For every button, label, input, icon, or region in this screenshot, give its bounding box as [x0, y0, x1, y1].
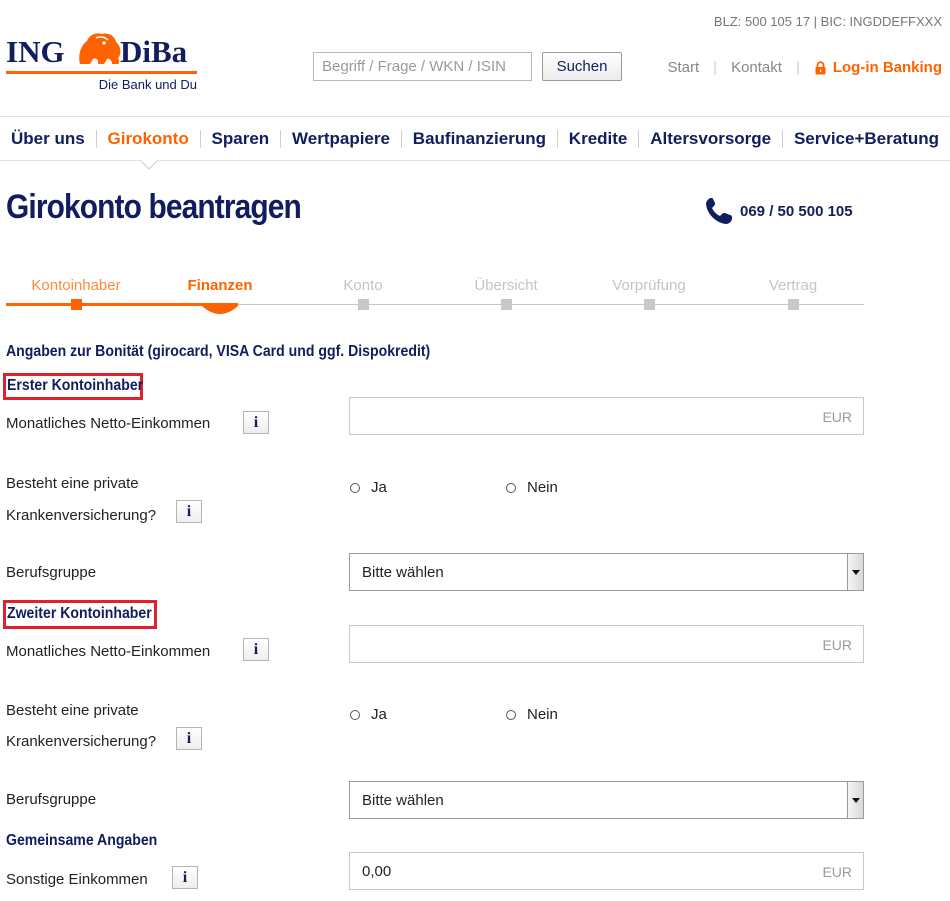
dropdown-button[interactable] — [847, 782, 863, 818]
search-input[interactable] — [313, 52, 532, 81]
other-income-label: Sonstige Einkommen — [6, 871, 148, 888]
login-banking-link[interactable]: Log-in Banking — [814, 59, 942, 76]
step-marker-current — [202, 303, 238, 314]
nav-item-ueber-uns[interactable]: Über uns — [0, 129, 96, 149]
second-insurance-label-line2: Krankenversicherung? — [6, 733, 157, 750]
phone-number: 069 / 50 500 105 — [740, 202, 853, 220]
currency-label: EUR — [822, 637, 852, 653]
second-income-info-icon[interactable]: i — [243, 638, 269, 661]
chevron-down-icon — [852, 570, 860, 575]
step-uebersicht: Übersicht — [474, 277, 538, 294]
search-button[interactable]: Suchen — [542, 52, 622, 81]
step-marker — [501, 299, 512, 310]
first-job-select[interactable]: Bitte wählen — [349, 553, 864, 591]
step-vorpruefung: Vorprüfung — [612, 277, 686, 294]
second-job-value: Bitte wählen — [362, 792, 444, 809]
contact-link[interactable]: Kontakt — [731, 59, 782, 76]
nav-item-service-beratung[interactable]: Service+Beratung — [783, 129, 950, 149]
nav-item-girokonto[interactable]: Girokonto — [97, 129, 200, 149]
lock-icon — [815, 60, 826, 74]
stepper-progress-line — [6, 303, 235, 306]
nav-item-wertpapiere[interactable]: Wertpapiere — [281, 129, 401, 149]
first-insurance-radio-yes[interactable]: Ja — [350, 479, 387, 496]
other-income-value: 0,00 — [362, 863, 392, 880]
logo-slogan: Die Bank und Du — [98, 77, 197, 92]
phone-icon — [706, 198, 732, 224]
second-insurance-info-icon[interactable]: i — [176, 727, 202, 750]
radio-circle — [350, 709, 360, 720]
logo-text-ing: ING — [6, 34, 65, 69]
second-income-label: Monatliches Netto-Einkommen — [6, 643, 211, 660]
other-income-input[interactable]: 0,00 EUR — [349, 852, 864, 890]
stepper-track-line — [235, 304, 864, 305]
first-income-info-icon[interactable]: i — [243, 411, 269, 434]
first-holder-heading: Erster Kontoinhaber — [7, 377, 144, 394]
radio-label-no: Nein — [527, 479, 558, 496]
step-marker — [644, 299, 655, 310]
second-insurance-radio-no[interactable]: Nein — [506, 706, 558, 723]
nav-item-altersvorsorge[interactable]: Altersvorsorge — [639, 129, 782, 149]
logo-underline — [6, 71, 197, 74]
other-income-info-icon[interactable]: i — [172, 866, 198, 889]
second-job-select[interactable]: Bitte wählen — [349, 781, 864, 819]
first-insurance-label-line1: Besteht eine private — [6, 475, 139, 492]
step-konto: Konto — [343, 277, 383, 294]
first-income-label: Monatliches Netto-Einkommen — [6, 415, 211, 432]
radio-label-no: Nein — [527, 706, 558, 723]
nav-item-baufinanzierung[interactable]: Baufinanzierung — [402, 129, 557, 149]
radio-label-yes: Ja — [371, 706, 387, 723]
start-link[interactable]: Start — [667, 59, 699, 76]
first-income-input[interactable]: EUR — [349, 397, 864, 435]
page-title: Girokonto beantragen — [6, 188, 302, 226]
step-finanzen: Finanzen — [187, 277, 253, 294]
second-job-label: Berufsgruppe — [6, 791, 97, 808]
radio-circle — [350, 482, 360, 493]
second-insurance-label-line1: Besteht eine private — [6, 702, 139, 719]
step-kontoinhaber[interactable]: Kontoinhaber — [6, 277, 146, 294]
ing-diba-logo[interactable]: ING DiBa Die Bank und Du — [6, 30, 201, 92]
step-marker-done — [71, 299, 82, 310]
first-insurance-info-icon[interactable]: i — [176, 500, 202, 523]
link-separator: | — [713, 59, 718, 76]
second-holder-heading: Zweiter Kontoinhaber — [7, 605, 152, 622]
first-insurance-label-line2: Krankenversicherung? — [6, 507, 157, 524]
radio-label-yes: Ja — [371, 479, 387, 496]
creditworthiness-intro: Angaben zur Bonität (girocard, VISA Card… — [6, 343, 431, 360]
currency-label: EUR — [822, 864, 852, 880]
dropdown-button[interactable] — [847, 554, 863, 590]
currency-label: EUR — [822, 409, 852, 425]
step-vertrag: Vertrag — [768, 277, 818, 294]
second-insurance-radio-yes[interactable]: Ja — [350, 706, 387, 723]
step-marker — [358, 299, 369, 310]
top-links: Start | Kontakt | Log-in Banking — [667, 59, 942, 76]
lion-icon — [79, 33, 121, 64]
radio-circle — [506, 482, 516, 493]
first-insurance-radio-no[interactable]: Nein — [506, 479, 558, 496]
first-job-value: Bitte wählen — [362, 564, 444, 581]
link-separator: | — [795, 59, 800, 76]
hotline: 069 / 50 500 105 — [704, 196, 853, 226]
nav-item-sparen[interactable]: Sparen — [201, 129, 281, 149]
logo-text-diba: DiBa — [120, 34, 188, 69]
radio-circle — [506, 709, 516, 720]
shared-details-heading: Gemeinsame Angaben — [6, 832, 158, 849]
second-income-input[interactable]: EUR — [349, 625, 864, 663]
chevron-down-icon — [852, 798, 860, 803]
active-nav-indicator — [140, 159, 158, 170]
login-banking-label: Log-in Banking — [832, 59, 942, 76]
bank-codes: BLZ: 500 105 17 | BIC: INGDDEFFXXX — [713, 14, 942, 29]
first-job-label: Berufsgruppe — [6, 564, 97, 581]
nav-item-kredite[interactable]: Kredite — [558, 129, 639, 149]
step-marker — [788, 299, 799, 310]
